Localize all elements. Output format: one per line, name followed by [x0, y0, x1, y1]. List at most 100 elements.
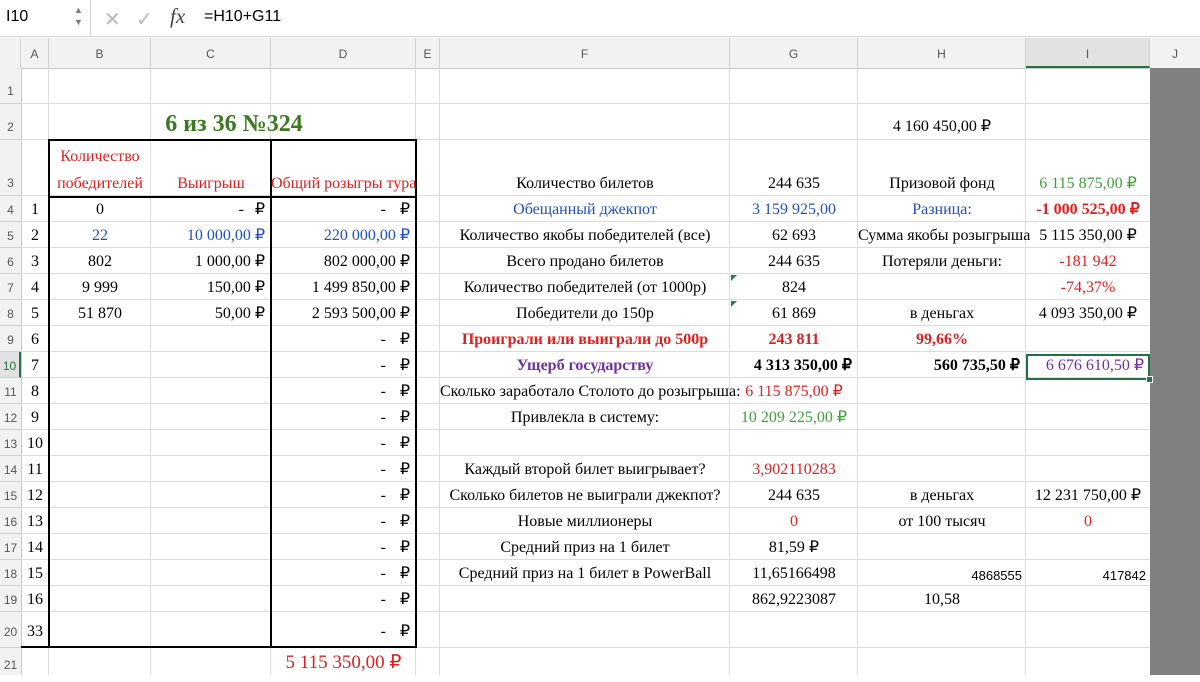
- row-header-10[interactable]: 10: [0, 352, 21, 378]
- row-header-12[interactable]: 12: [0, 404, 21, 430]
- a13: 10: [27, 435, 43, 452]
- c4-rub: ₽: [254, 201, 265, 218]
- d20-rub: ₽: [399, 623, 410, 640]
- column-header-i[interactable]: I: [1026, 38, 1150, 68]
- row-header-15[interactable]: 15: [0, 482, 21, 508]
- row-header-19[interactable]: 19: [0, 586, 21, 612]
- d14: -: [380, 461, 386, 478]
- h15: в деньгах: [909, 487, 975, 504]
- f12: Привлекла в систему:: [510, 409, 660, 426]
- i4: -1 000 525,00 ₽: [1036, 201, 1140, 218]
- g8: 61 869: [772, 305, 816, 322]
- d18-rub: ₽: [399, 565, 410, 582]
- name-box-value: I10: [6, 8, 29, 25]
- i18: 417842: [1102, 568, 1146, 583]
- a6: 3: [31, 253, 39, 270]
- f5: Количество якобы победителей (все): [459, 227, 711, 244]
- g9: 243 811: [768, 331, 820, 348]
- i15: 12 231 750,00 ₽: [1034, 487, 1142, 504]
- select-all-corner[interactable]: [0, 38, 21, 68]
- a8: 5: [31, 305, 39, 322]
- f11: Сколько заработало Столото до розыгрыша:: [440, 383, 741, 400]
- d18: -: [380, 565, 386, 582]
- i3: 6 115 875,00 ₽: [1039, 175, 1137, 192]
- a9: 6: [31, 331, 39, 348]
- formula-input[interactable]: =H10+G11: [204, 8, 281, 26]
- row-header-6[interactable]: 6: [0, 248, 21, 274]
- name-box[interactable]: I10 ▲ ▼: [0, 0, 91, 36]
- c6: 1 000,00 ₽: [194, 253, 265, 270]
- column-header-b[interactable]: B: [49, 38, 151, 68]
- column-header-h[interactable]: H: [858, 38, 1026, 68]
- row-header-16[interactable]: 16: [0, 508, 21, 534]
- column-header-e[interactable]: E: [416, 38, 440, 68]
- row-header-2[interactable]: 2: [0, 104, 21, 140]
- g7: 824: [782, 279, 806, 296]
- d14-rub: ₽: [399, 461, 410, 478]
- cancel-icon[interactable]: ✕: [104, 7, 121, 32]
- a18: 15: [27, 565, 43, 582]
- h19: 10,58: [924, 591, 960, 608]
- header-total: Общий розыгры тура: [271, 175, 417, 192]
- column-header-row: A B C D E F G H I J: [0, 38, 1200, 69]
- column-header-c[interactable]: C: [151, 38, 271, 68]
- d16: -: [380, 513, 386, 530]
- f8: Победители до 150р: [516, 305, 654, 322]
- d19: -: [380, 591, 386, 608]
- row-header-7[interactable]: 7: [0, 274, 21, 300]
- row-header-21[interactable]: 21: [0, 648, 21, 675]
- g4: 3 159 925,00: [752, 201, 836, 218]
- g17: 81,59 ₽: [768, 539, 820, 556]
- a16: 13: [27, 513, 43, 530]
- name-box-dropdown-icon[interactable]: ▲ ▼: [74, 4, 83, 28]
- f10: Ущерб государству: [516, 357, 654, 374]
- row-header-18[interactable]: 18: [0, 560, 21, 586]
- column-header-f[interactable]: F: [440, 38, 730, 68]
- row-header-1[interactable]: 1: [0, 68, 21, 104]
- row-header-3[interactable]: 3: [0, 140, 21, 196]
- c5: 10 000,00 ₽: [186, 227, 265, 244]
- row-header-5[interactable]: 5: [0, 222, 21, 248]
- h16: от 100 тысяч: [898, 513, 986, 530]
- f16: Новые миллионеры: [517, 513, 653, 530]
- d12: -: [380, 409, 386, 426]
- row-header-20[interactable]: 20: [0, 612, 21, 648]
- h4: Разница:: [912, 201, 972, 218]
- row-header-17[interactable]: 17: [0, 534, 21, 560]
- row-header-14[interactable]: 14: [0, 456, 21, 482]
- column-header-d[interactable]: D: [271, 38, 416, 68]
- error-indicator-g8[interactable]: [731, 301, 737, 307]
- c8: 50,00 ₽: [214, 305, 265, 322]
- a7: 4: [31, 279, 39, 296]
- d11-rub: ₽: [399, 383, 410, 400]
- column-header-g[interactable]: G: [730, 38, 858, 68]
- row-header-4[interactable]: 4: [0, 196, 21, 222]
- column-header-a[interactable]: A: [21, 38, 49, 68]
- h9: 99,66%: [916, 331, 968, 348]
- row-header-11[interactable]: 11: [0, 378, 21, 404]
- f17: Средний приз на 1 билет: [500, 539, 670, 556]
- error-indicator-g7[interactable]: [731, 275, 737, 281]
- b4: 0: [96, 201, 104, 218]
- selected-cell-outline: [1026, 354, 1150, 380]
- d13: -: [380, 435, 386, 452]
- h18: 4868555: [971, 568, 1022, 583]
- d4-rub: ₽: [399, 201, 410, 218]
- f6: Всего продано билетов: [506, 253, 664, 270]
- f14: Каждый второй билет выигрывает?: [464, 461, 706, 478]
- d15-rub: ₽: [399, 487, 410, 504]
- a10: 7: [31, 357, 39, 374]
- row-header-8[interactable]: 8: [0, 300, 21, 326]
- g18: 11,65166498: [752, 565, 836, 582]
- column-header-j[interactable]: J: [1150, 38, 1200, 68]
- b7: 9 999: [82, 279, 118, 296]
- g3: 244 635: [768, 175, 820, 192]
- a17: 14: [27, 539, 43, 556]
- row-header-13[interactable]: 13: [0, 430, 21, 456]
- insert-function-icon[interactable]: fx: [170, 4, 185, 29]
- i16: 0: [1084, 513, 1092, 530]
- g16: 0: [790, 513, 798, 530]
- row-header-9[interactable]: 9: [0, 326, 21, 352]
- fill-handle[interactable]: [1146, 376, 1153, 383]
- enter-icon[interactable]: ✓: [136, 7, 153, 32]
